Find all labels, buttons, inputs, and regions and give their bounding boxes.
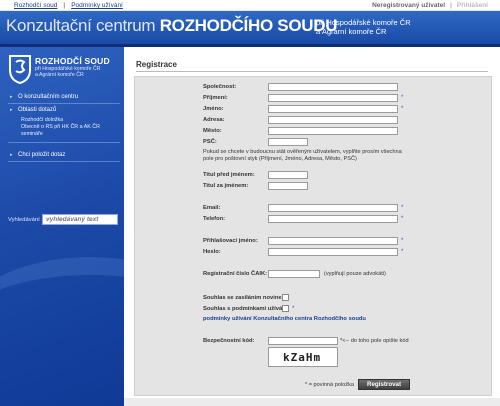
main-content: Registrace Společnost: Příjmení: * Jméno… (124, 47, 500, 406)
required-mark: * (401, 249, 404, 255)
top-bar: Rozhodčí soud | Podmínky užívání Neregistr… (0, 0, 500, 11)
top-links: Rozhodčí soud | Podmínky užívání (14, 2, 123, 9)
name-field[interactable] (268, 105, 398, 113)
sidebar-item-o-centru[interactable]: ▸ O konzultačním centru (8, 91, 120, 104)
sidebar-subitem[interactable]: Obecně o RS při HK ČR a AK ČR (8, 124, 120, 131)
required-mark: * (401, 106, 404, 112)
sidebar-item-label: Chci položit dotaz (18, 152, 66, 158)
required-mark: * (401, 205, 404, 211)
phone-field[interactable] (268, 215, 398, 223)
caik-label: Registrační číslo ČAIK: (203, 271, 268, 277)
caik-field[interactable] (268, 270, 320, 278)
city-label: Město: (203, 128, 222, 134)
banner-title: Konzultační centrum ROZHODČÍHO SOUDU (6, 16, 337, 36)
logo-subtitle-line2: a Agrární komoře ČR (35, 72, 84, 78)
sidebar-item-dotaz[interactable]: ▸ Chci položit dotaz (8, 149, 120, 162)
captcha-text: kZaHm (283, 351, 322, 364)
city-field[interactable] (268, 127, 398, 135)
link-rozhodci-soud[interactable]: Rozhodčí soud (14, 2, 57, 9)
sidebar-item-oblasti[interactable]: ▸ Oblasti dotazů (8, 104, 120, 116)
terms-consent-label: Souhlas s podmínkami užívání: (203, 306, 290, 312)
link-podminky[interactable]: Podmínky užívání (71, 2, 123, 9)
title-after-label: Titul za jménem: (203, 183, 249, 189)
zip-field[interactable] (268, 138, 308, 146)
company-label: Společnost: (203, 84, 237, 90)
banner-subtitle: při Hospodářské komoře ČR a Agrární komo… (316, 18, 411, 36)
surname-label: Příjmení: (203, 95, 228, 101)
address-field[interactable] (268, 116, 398, 124)
password-label: Heslo: (203, 249, 221, 255)
logo-title: ROZHODČÍ SOUD (35, 56, 110, 66)
login-label: Přihlašovací jméno: (203, 238, 258, 244)
sidebar: ROZHODČÍ SOUD při Hospodářské komoře ČR … (0, 47, 124, 406)
news-consent-label: Souhlas se zasíláním novinek: (203, 295, 287, 301)
registration-form: Společnost: Příjmení: * Jméno: * Adresa:… (134, 76, 492, 396)
required-mark: * (401, 95, 404, 101)
sidebar-item-label: O konzultačním centru (18, 94, 79, 100)
name-label: Jméno: (203, 106, 224, 112)
security-code-field[interactable] (268, 337, 338, 345)
register-button[interactable]: Registrovat (358, 379, 411, 390)
news-consent-checkbox[interactable] (282, 294, 289, 301)
banner-title-bold: ROZHODČÍHO SOUDU (159, 16, 338, 35)
user-status: Neregistrovaný uživatel (372, 2, 446, 9)
separator: | (63, 2, 66, 9)
title-after-field[interactable] (268, 182, 308, 190)
logo-subtitle: při Hospodářské komoře ČR a Agrární komo… (35, 66, 100, 78)
header-banner: Konzultační centrum ROZHODČÍHO SOUDU při… (0, 11, 500, 44)
sidebar-subnav: Rozhodčí doložka Obecně o RS při HK ČR a… (8, 116, 120, 143)
logo[interactable]: ROZHODČÍ SOUD při Hospodářské komoře ČR … (8, 54, 118, 88)
title-before-label: Titul před jménem: (203, 172, 255, 178)
sidebar-decoration (0, 257, 124, 397)
banner-title-thin: Konzultační centrum (6, 16, 160, 35)
banner-subtitle-line1: při Hospodářské komoře ČR (316, 18, 411, 27)
required-note: * = povinná položka (305, 382, 354, 388)
required-mark: * (401, 238, 404, 244)
title-before-field[interactable] (268, 171, 308, 179)
bullet-icon: ▸ (10, 152, 13, 158)
terms-link[interactable]: podmínky užívání Konzultačního centra Ro… (203, 316, 366, 322)
separator: | (450, 2, 452, 9)
sidebar-item-label: Oblasti dotazů (18, 107, 57, 113)
phone-label: Telefon: (203, 216, 226, 222)
captcha-hint: *<-- do toho pole opište kód (340, 338, 409, 344)
zip-label: PSČ: (203, 139, 217, 145)
password-field[interactable] (268, 248, 398, 256)
security-label: Bezpečnostní kód: (203, 338, 255, 344)
required-mark: * (292, 306, 295, 312)
caik-note: (vyplňují pouze advokáti) (324, 271, 386, 277)
search-label: Vyhledávání (8, 217, 40, 223)
user-links: Neregistrovaný uživatel | Přihlášení (372, 2, 488, 9)
bullet-icon: ▸ (10, 107, 13, 113)
sidebar-nav: ▸ O konzultačním centru ▸ Oblasti dotazů… (8, 91, 120, 162)
login-link[interactable]: Přihlášení (457, 2, 488, 9)
email-label: Email: (203, 205, 221, 211)
bullet-icon: ▸ (10, 94, 13, 100)
address-label: Adresa: (203, 117, 225, 123)
terms-consent-checkbox[interactable] (282, 305, 289, 312)
surname-field[interactable] (268, 94, 398, 102)
captcha-image: kZaHm (268, 347, 338, 367)
required-mark: * (401, 216, 404, 222)
search-input[interactable] (42, 214, 118, 225)
footer-bar (124, 398, 500, 406)
scales-emblem-icon (9, 55, 31, 84)
page-title: Registrace (136, 60, 177, 69)
sidebar-search: Vyhledávání (8, 214, 120, 226)
sidebar-subitem[interactable]: semináře (8, 131, 120, 138)
company-field[interactable] (268, 83, 398, 91)
banner-subtitle-line2: a Agrární komoře ČR (316, 27, 387, 36)
sidebar-subitem[interactable]: Rozhodčí doložka (8, 117, 120, 124)
email-field[interactable] (268, 204, 398, 212)
divider (136, 71, 488, 72)
verify-note: Pokud se chcete v budoucnu stát ověřeným… (203, 149, 402, 162)
login-field[interactable] (268, 237, 398, 245)
